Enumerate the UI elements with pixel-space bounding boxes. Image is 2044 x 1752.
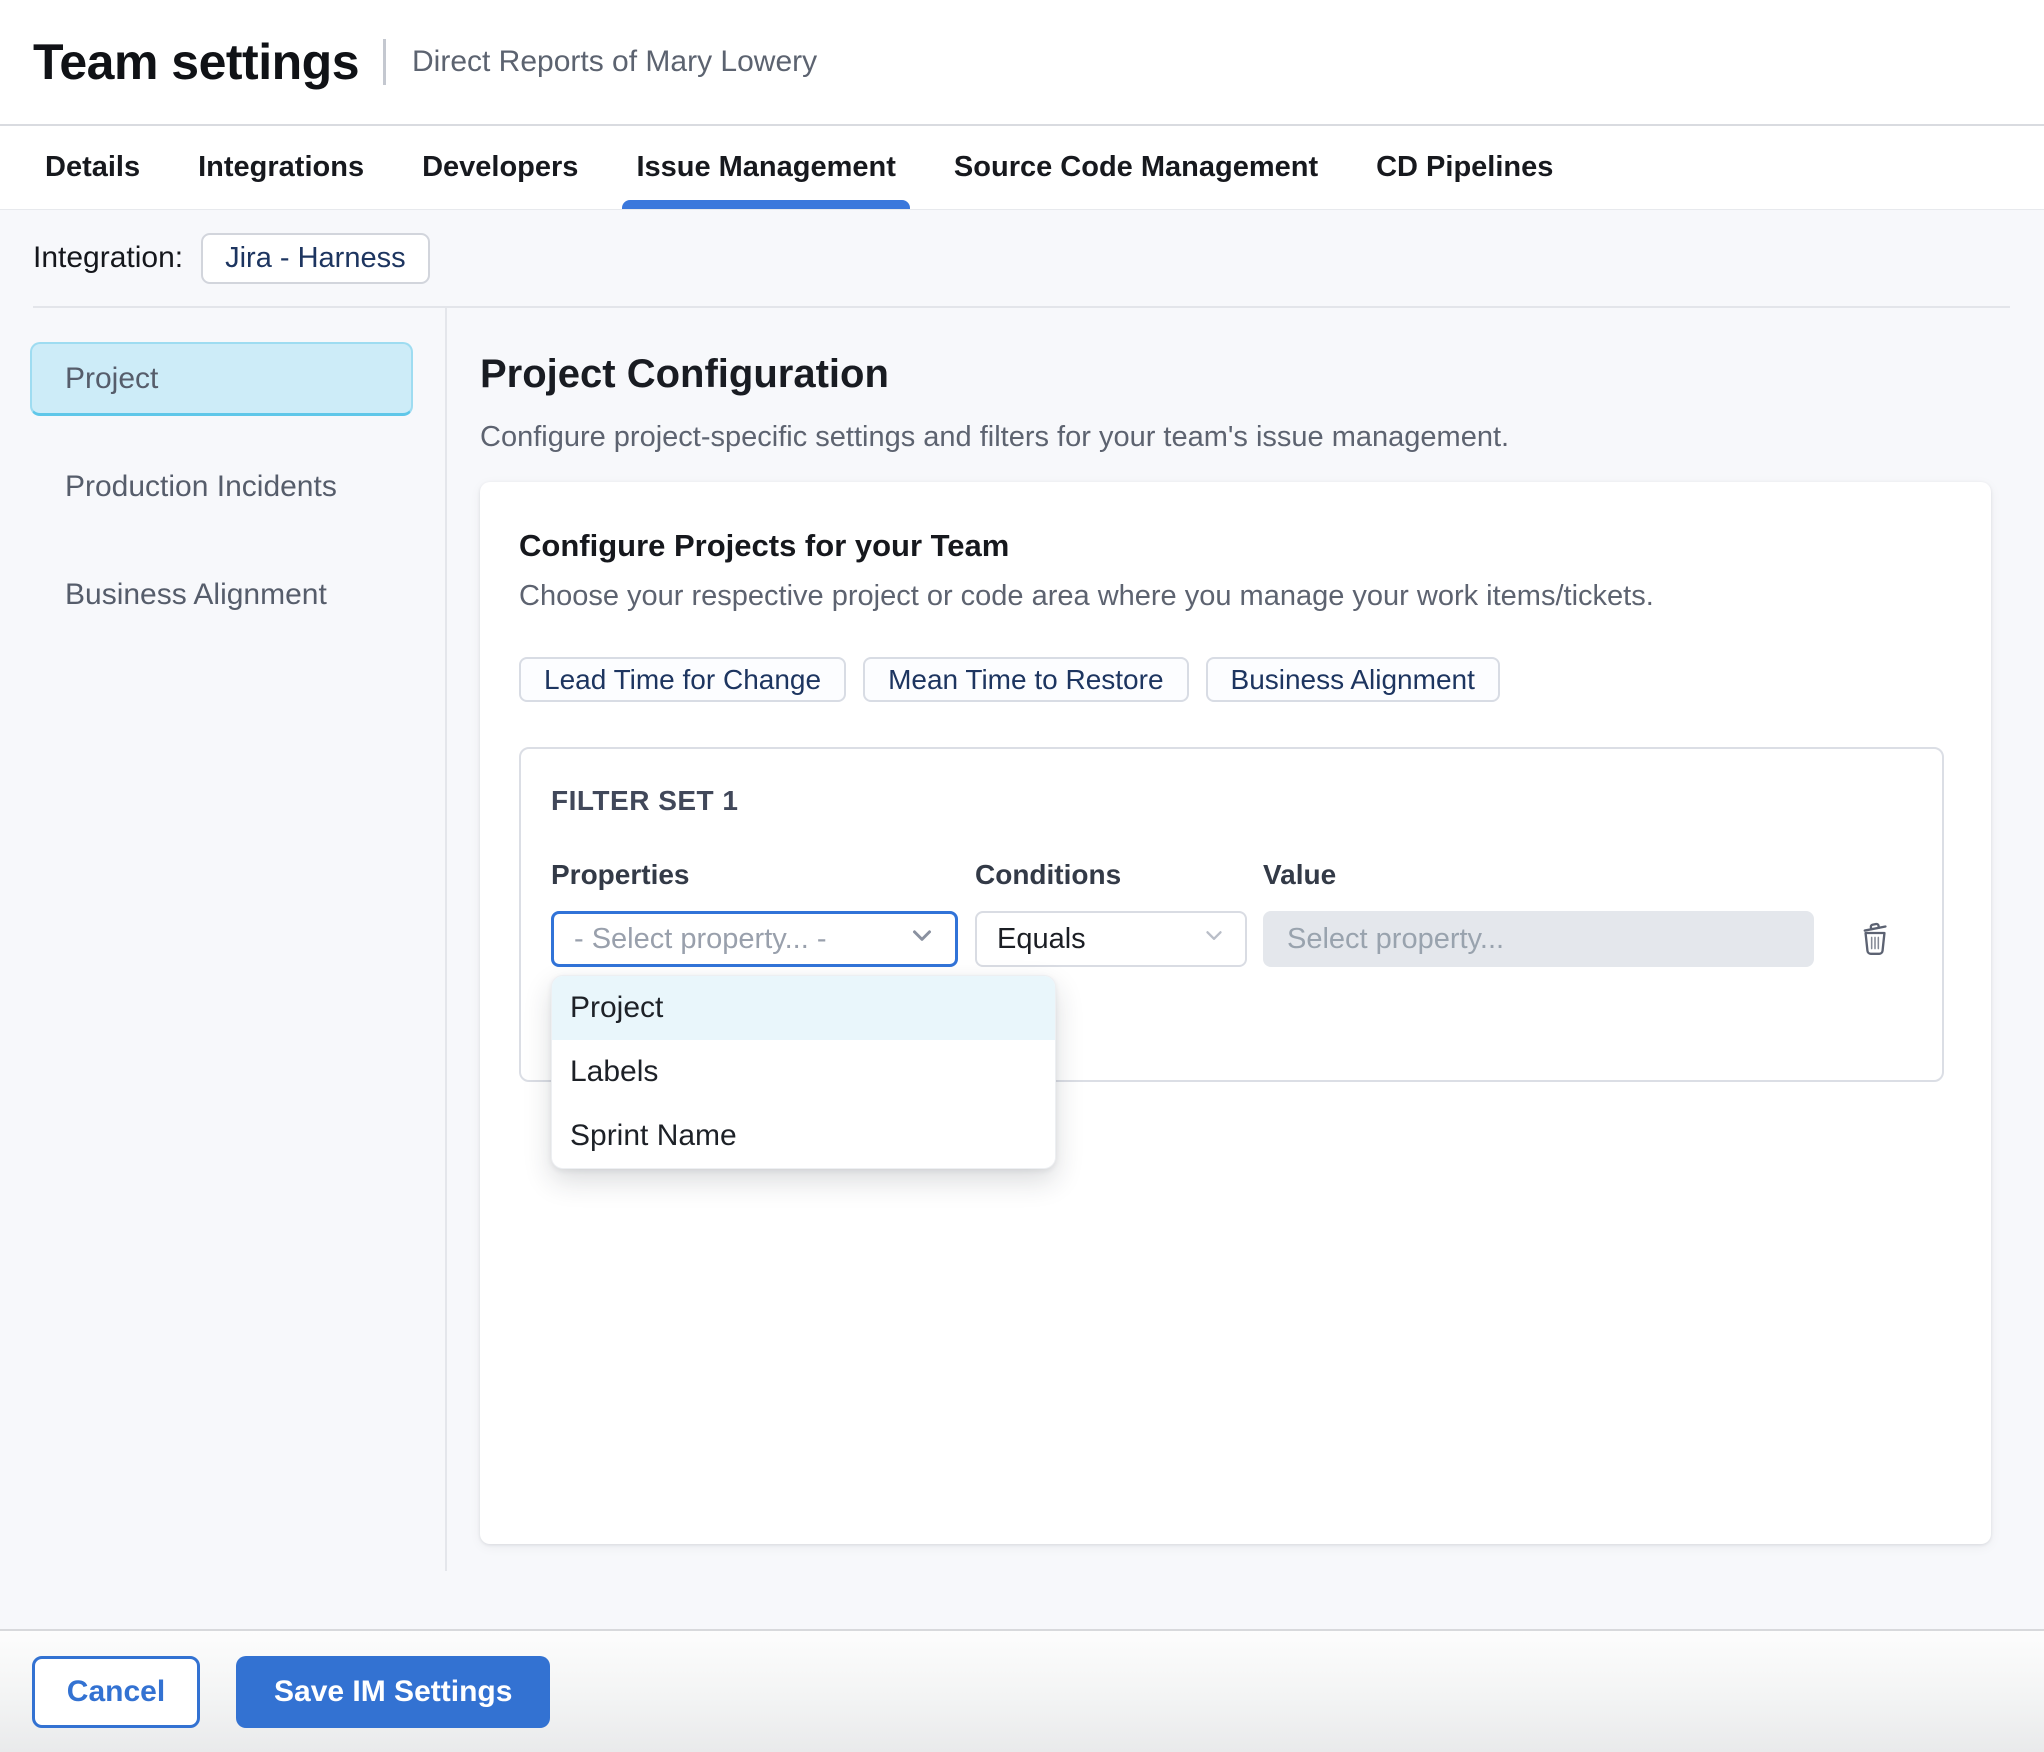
value-input: [1263, 911, 1814, 967]
property-dropdown: Project Labels Sprint Name: [551, 975, 1056, 1169]
filter-set-1: FILTER SET 1 Properties Conditions Value…: [519, 747, 1944, 1169]
dropdown-option-labels[interactable]: Labels: [552, 1040, 1055, 1104]
value-column-label: Value: [1263, 859, 1337, 890]
main-panel: Project Configuration Configure project-…: [447, 308, 2044, 1571]
filter-controls-row: - Select property... - Equals: [551, 911, 1942, 967]
settings-sidebar: Project Production Incidents Business Al…: [0, 308, 447, 1571]
chevron-down-icon: [1201, 922, 1227, 956]
tab-details[interactable]: Details: [45, 126, 140, 209]
dropdown-option-sprint-name[interactable]: Sprint Name: [552, 1104, 1055, 1168]
tab-bar: Details Integrations Developers Issue Ma…: [0, 126, 2044, 210]
sidebar-item-production-incidents[interactable]: Production Incidents: [30, 450, 413, 524]
condition-select[interactable]: Equals: [975, 911, 1247, 967]
title-separator: [383, 39, 386, 85]
cancel-button[interactable]: Cancel: [32, 1655, 200, 1728]
tab-cd-pipelines[interactable]: CD Pipelines: [1376, 126, 1553, 209]
section-description: Configure project-specific settings and …: [480, 421, 1510, 453]
sidebar-item-project[interactable]: Project: [30, 342, 413, 416]
sidebar-item-business-alignment[interactable]: Business Alignment: [30, 558, 413, 632]
delete-filter-button[interactable]: [1857, 918, 1893, 961]
filter-set-title: FILTER SET 1: [551, 785, 739, 816]
integration-chip[interactable]: Jira - Harness: [201, 232, 430, 284]
tab-integrations[interactable]: Integrations: [198, 126, 364, 209]
filter-column-headers: Properties Conditions Value: [551, 859, 1942, 891]
metric-chip-row: Lead Time for Change Mean Time to Restor…: [519, 657, 1944, 702]
property-select[interactable]: - Select property... -: [551, 911, 958, 967]
chevron-down-icon: [907, 920, 937, 958]
save-im-settings-button[interactable]: Save IM Settings: [236, 1655, 551, 1728]
footer-action-bar: Cancel Save IM Settings: [0, 1629, 2044, 1752]
chip-lead-time-for-change[interactable]: Lead Time for Change: [519, 657, 847, 702]
chip-business-alignment[interactable]: Business Alignment: [1205, 657, 1500, 702]
section-title: Project Configuration: [480, 352, 889, 396]
tab-source-code-management[interactable]: Source Code Management: [954, 126, 1318, 209]
dropdown-option-project[interactable]: Project: [552, 976, 1055, 1040]
chip-mean-time-to-restore[interactable]: Mean Time to Restore: [863, 657, 1189, 702]
content-area: Integration: Jira - Harness Project Prod…: [0, 210, 2044, 1629]
card-title: Configure Projects for your Team: [519, 528, 1010, 563]
properties-column-label: Properties: [551, 859, 690, 890]
page-title: Team settings: [33, 34, 360, 90]
integration-row: Integration: Jira - Harness: [0, 210, 2044, 306]
condition-select-value: Equals: [997, 922, 1086, 955]
trash-icon: [1857, 918, 1893, 961]
property-select-placeholder: - Select property... -: [574, 922, 827, 955]
tab-developers[interactable]: Developers: [422, 126, 578, 209]
integration-label: Integration:: [33, 241, 184, 274]
conditions-column-label: Conditions: [975, 859, 1122, 890]
tab-issue-management[interactable]: Issue Management: [622, 126, 911, 209]
page-header: Team settings Direct Reports of Mary Low…: [0, 0, 2044, 126]
page-subtitle: Direct Reports of Mary Lowery: [412, 45, 818, 78]
card-description: Choose your respective project or code a…: [519, 580, 1654, 612]
configure-projects-card: Configure Projects for your Team Choose …: [480, 482, 1991, 1544]
